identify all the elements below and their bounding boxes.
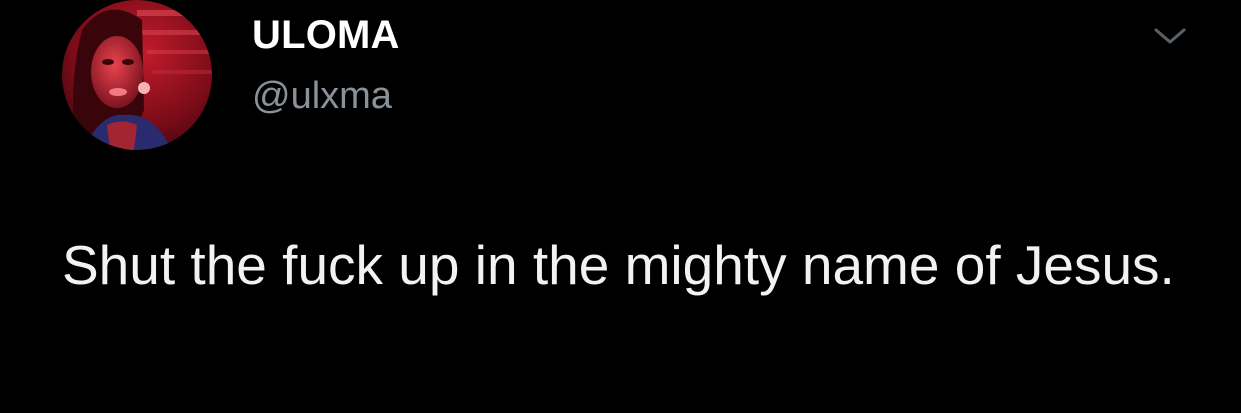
user-handle[interactable]: @ulxma xyxy=(252,75,392,118)
tweet-card: ULOMA @ulxma Shut the fuck up in the mig… xyxy=(0,0,1241,413)
tweet-text: Shut the fuck up in the mighty name of J… xyxy=(62,234,1175,296)
avatar-photo xyxy=(62,0,212,150)
display-name[interactable]: ULOMA xyxy=(252,13,400,58)
chevron-down-icon[interactable] xyxy=(1150,22,1190,50)
avatar[interactable] xyxy=(62,0,212,150)
